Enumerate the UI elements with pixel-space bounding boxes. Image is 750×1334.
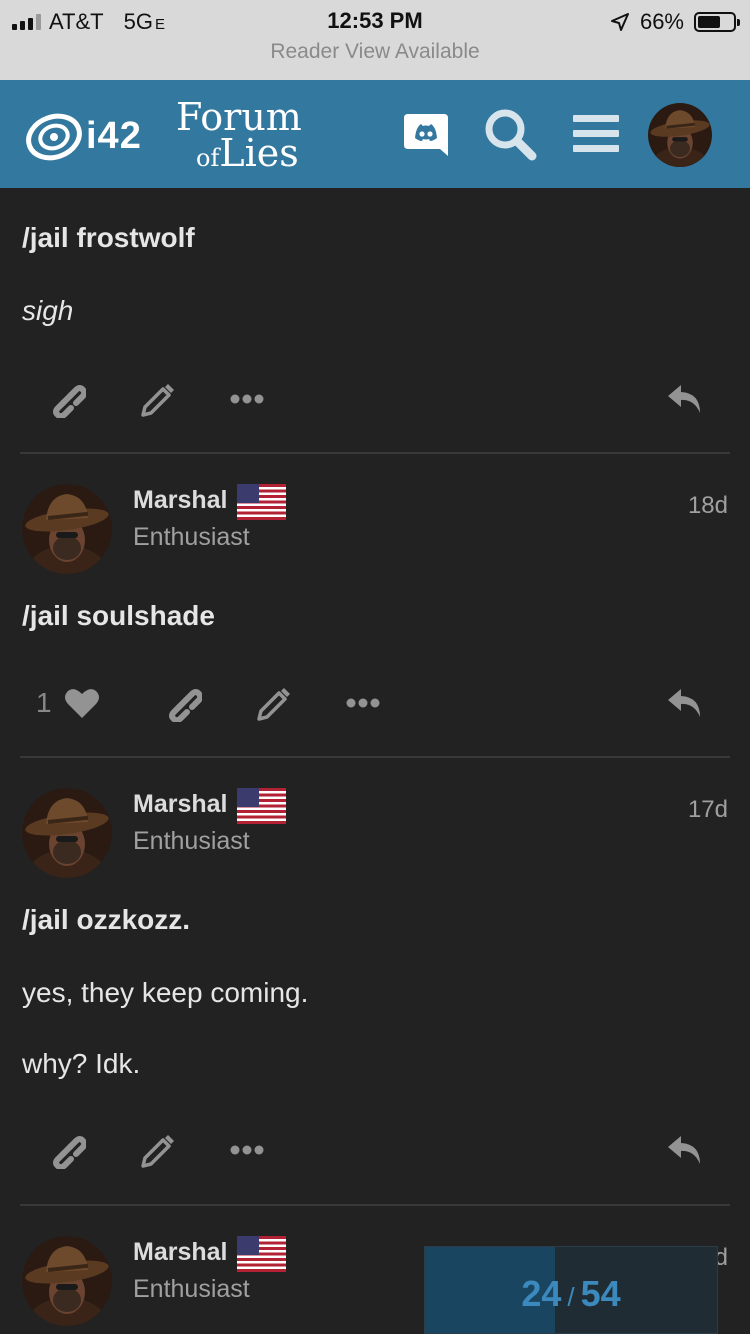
- post-3-date[interactable]: 17d: [688, 796, 728, 824]
- post-1-actions: [0, 374, 750, 424]
- post-4-user-title: Enthusiast: [133, 1275, 250, 1303]
- post-4-author[interactable]: Marshal: [133, 1238, 227, 1267]
- post-3-reply-button[interactable]: [662, 1125, 708, 1175]
- post-3-line-3: why? Idk.: [22, 1048, 141, 1079]
- pencil-icon: [141, 1135, 174, 1168]
- post-2-like-button[interactable]: 1: [36, 678, 112, 728]
- discord-button[interactable]: [396, 104, 456, 164]
- progress-separator: /: [567, 1282, 575, 1312]
- pencil-icon: [141, 384, 174, 417]
- hamburger-menu-icon: [573, 115, 619, 152]
- post-1-edit-button[interactable]: [134, 374, 180, 424]
- post-3-user-title: Enthusiast: [133, 827, 250, 855]
- post-divider: [20, 1204, 730, 1206]
- reply-icon: [668, 1136, 700, 1164]
- post-2-more-button[interactable]: [340, 678, 386, 728]
- current-user-avatar[interactable]: [648, 103, 712, 167]
- progress-total: 54: [580, 1273, 621, 1314]
- progress-current: 24: [521, 1273, 562, 1314]
- battery-icon: [694, 12, 740, 32]
- search-icon: [485, 109, 537, 161]
- cowboy-avatar-image: [22, 484, 112, 574]
- post-3-avatar[interactable]: [22, 788, 112, 878]
- i42-logo[interactable]: i42: [24, 108, 142, 164]
- reader-view-banner[interactable]: Reader View Available: [0, 40, 750, 64]
- battery-level: [698, 16, 721, 28]
- post-3-line-1: /jail ozzkozz.: [22, 904, 191, 935]
- post-3-line-2: yes, they keep coming.: [22, 977, 309, 1008]
- post-1-line-2: sigh: [22, 295, 74, 326]
- forum-logo-lies: Lies: [219, 131, 299, 175]
- link-icon: [53, 1136, 86, 1169]
- post-3-edit-button[interactable]: [134, 1125, 180, 1175]
- status-bar: AT&T 5G E 12:53 PM 66% Reader View Availa…: [0, 0, 750, 80]
- post-3-more-button[interactable]: [224, 1125, 270, 1175]
- post-2-avatar[interactable]: [22, 484, 112, 574]
- post-3-share-link-button[interactable]: [44, 1125, 90, 1175]
- post-3-author[interactable]: Marshal: [133, 790, 227, 819]
- ellipsis-icon: [230, 394, 264, 404]
- post-1-line-1: /jail frostwolf: [22, 222, 195, 253]
- link-icon: [53, 385, 86, 418]
- menu-button[interactable]: [566, 104, 626, 164]
- post-divider: [20, 756, 730, 758]
- reply-icon: [668, 385, 700, 413]
- status-right: 66%: [610, 8, 740, 36]
- post-2-line-1: /jail soulshade: [22, 600, 215, 631]
- pencil-icon: [257, 688, 290, 721]
- ellipsis-icon: [230, 1145, 264, 1155]
- forum-of-lies-logo[interactable]: Forum ofLies: [176, 98, 336, 175]
- post-3-actions: [0, 1125, 750, 1175]
- post-2-reply-button[interactable]: [662, 678, 708, 728]
- topic-progress-text: 24/54: [425, 1273, 717, 1315]
- us-flag-icon: [237, 484, 286, 520]
- forum-logo-line2: ofLies: [196, 134, 336, 175]
- cowboy-avatar-image: [648, 103, 712, 167]
- post-2-share-link-button[interactable]: [160, 678, 206, 728]
- i42-swirl-icon: [26, 113, 82, 161]
- post-1-more-button[interactable]: [224, 374, 270, 424]
- post-2-actions: 1: [0, 678, 750, 728]
- cowboy-avatar-image: [22, 788, 112, 878]
- site-header: i42 Forum ofLies: [0, 80, 750, 188]
- reply-icon: [668, 689, 700, 717]
- search-button[interactable]: [480, 104, 540, 164]
- post-2-author[interactable]: Marshal: [133, 486, 227, 515]
- cowboy-avatar-image: [22, 1236, 112, 1326]
- discord-icon: [404, 114, 448, 156]
- post-1-share-link-button[interactable]: [44, 374, 90, 424]
- topic-progress-widget[interactable]: 24/54: [424, 1246, 718, 1334]
- ellipsis-icon: [346, 698, 380, 708]
- i42-logo-text: i42: [86, 114, 142, 157]
- us-flag-icon: [237, 1236, 286, 1272]
- location-arrow-icon: [610, 13, 629, 31]
- link-icon: [169, 689, 202, 722]
- post-2-date[interactable]: 18d: [688, 492, 728, 520]
- us-flag-icon: [237, 788, 286, 824]
- post-4-avatar[interactable]: [22, 1236, 112, 1326]
- post-2-edit-button[interactable]: [250, 678, 296, 728]
- heart-icon: [64, 689, 99, 718]
- forum-logo-of: of: [196, 144, 220, 172]
- post-2-like-count: 1: [36, 687, 52, 718]
- post-1-reply-button[interactable]: [662, 374, 708, 424]
- post-divider: [20, 452, 730, 454]
- post-2-user-title: Enthusiast: [133, 523, 250, 551]
- battery-percent: 66%: [639, 9, 684, 34]
